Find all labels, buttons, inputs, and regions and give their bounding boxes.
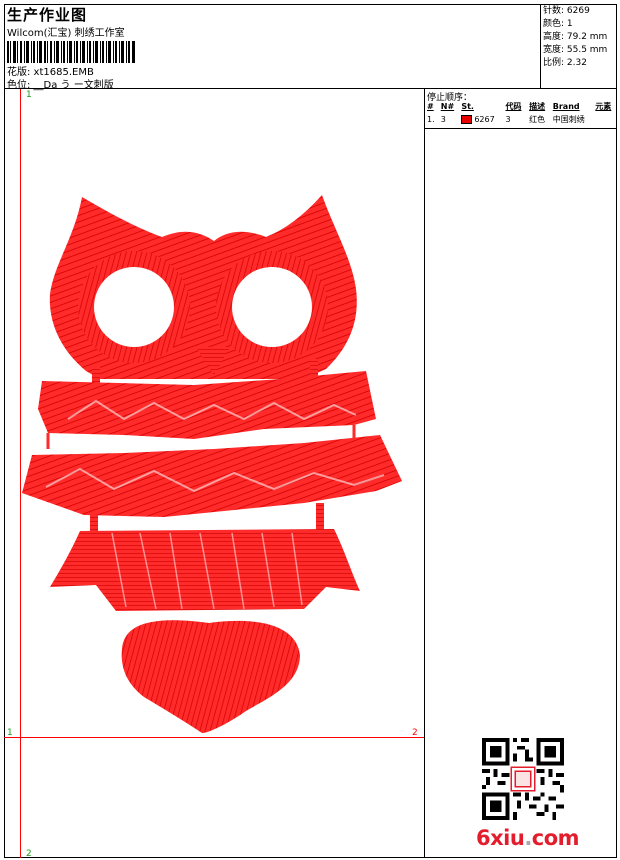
stop-sequence-table: # N# St. 代码 描述 Brand 元素 1. 3 6267 3 红色 中… [425, 100, 617, 126]
row-index: 1. [427, 115, 435, 124]
left-connector-2 [90, 515, 98, 533]
table-divider [425, 128, 617, 129]
header: 生产作业图 Wilcom(汇宝) 刺绣工作室 花版: xt1685.EMB 色位… [4, 4, 617, 91]
col-index: # [427, 102, 434, 111]
col-element: 元素 [595, 102, 612, 111]
row-stitches-cell: 6267 [459, 113, 503, 126]
watermark-brand: 6xiu [476, 826, 525, 850]
row-stitches: 6267 [474, 115, 495, 124]
watermark-logo: 6xiu.com [476, 826, 580, 850]
row-brand: 中国刺绣 [552, 115, 585, 124]
table-header-row: # N# St. 代码 描述 Brand 元素 [425, 100, 617, 113]
design-width: 宽度: 55.5 mm [543, 45, 608, 55]
thread-color-swatch [461, 115, 473, 124]
h-guide-right-label: 2 [412, 728, 418, 738]
left-eye [94, 267, 174, 347]
row-needle: 3 [440, 115, 446, 124]
v-guide-bottom-label: 2 [26, 849, 32, 858]
watermark-dot: . [524, 826, 532, 850]
stats-box: 针数: 6269 颜色: 1 高度: 79.2 mm 宽度: 55.5 mm 比… [540, 4, 617, 89]
color-count: 颜色: 1 [543, 19, 573, 29]
left-connector [92, 367, 100, 383]
col-code: 代码 [505, 102, 522, 111]
page-title: 生产作业图 [7, 6, 88, 24]
owl-body [50, 529, 360, 611]
right-eye [232, 267, 312, 347]
table-row: 1. 3 6267 3 红色 中国刺绣 [425, 113, 617, 126]
right-connector-2 [316, 503, 324, 531]
barcode [7, 41, 135, 63]
watermark-tld: com [531, 826, 580, 850]
col-description: 描述 [529, 102, 546, 111]
col-needle: N# [440, 102, 455, 111]
row-code: 3 [505, 115, 511, 124]
v-guide-top-label: 1 [26, 90, 32, 100]
h-guide-left-label: 1 [7, 728, 13, 738]
col-brand: Brand [552, 102, 580, 111]
scale-ratio: 比例: 2.32 [543, 58, 587, 68]
col-stitches: St. [461, 102, 474, 111]
row-element [593, 113, 617, 126]
embroidery-design: 1 2 1 2 [4, 89, 424, 858]
owl-tail [121, 620, 300, 733]
software-subtitle: Wilcom(汇宝) 刺绣工作室 [7, 28, 125, 39]
design-height: 高度: 79.2 mm [543, 32, 608, 42]
lower-wing-band [22, 435, 402, 517]
qr-code [482, 738, 564, 820]
stitch-count: 针数: 6269 [543, 6, 590, 16]
row-description: 红色 [529, 115, 546, 124]
